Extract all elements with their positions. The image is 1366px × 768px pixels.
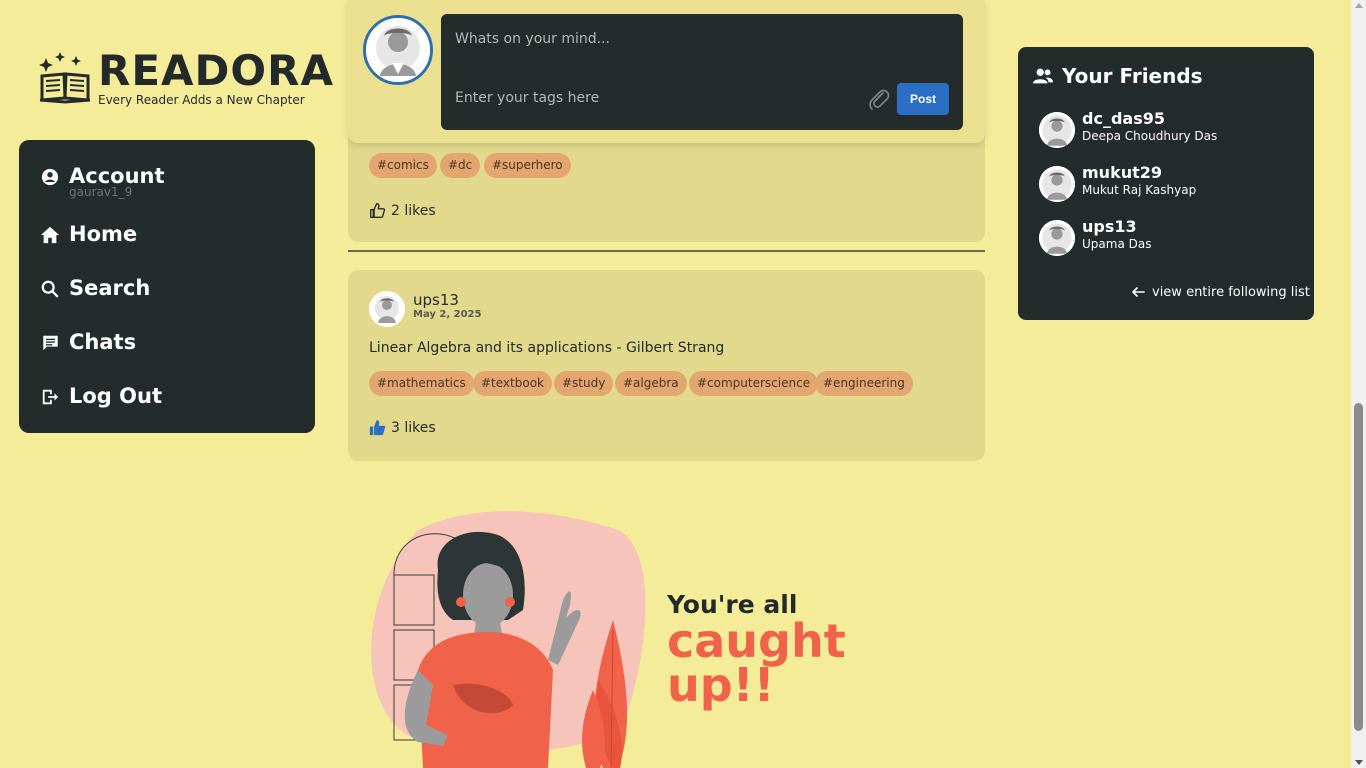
nav-logout-label: Log Out [69, 384, 162, 408]
nav-search-label: Search [69, 276, 151, 300]
post-tag[interactable]: #algebra [615, 371, 687, 396]
friend-avatar [1039, 220, 1075, 256]
page-scrollbar[interactable] [1351, 0, 1366, 768]
friend-username: mukut29 [1082, 162, 1163, 182]
friend-username: dc_das95 [1082, 108, 1165, 128]
thumbs-up-filled-icon[interactable] [369, 419, 386, 436]
search-icon [40, 279, 60, 299]
caught-up-illustration [371, 511, 646, 768]
friends-title: Your Friends [1062, 64, 1203, 88]
post-author-avatar[interactable] [369, 291, 405, 327]
caught-up-line2: caught up!! [667, 614, 846, 712]
likes-count: 3 likes [391, 419, 436, 436]
view-following-label: view entire following list [1152, 284, 1310, 300]
post-divider [348, 250, 985, 252]
home-icon [40, 225, 60, 245]
nav-item-chats[interactable]: Chats [19, 328, 315, 382]
new-post-composer: Whats on your mind... Enter your tags he… [441, 14, 963, 130]
account-circle-icon [40, 167, 60, 187]
post-tag[interactable]: #dc [440, 153, 481, 178]
nav-item-account[interactable]: Account gaurav1_9 [19, 162, 315, 220]
friend-avatar [1039, 166, 1075, 202]
post-date: May 2, 2025 [413, 309, 482, 320]
caught-up-message: You're all caught up!! [667, 590, 967, 708]
chat-bubble-icon [40, 333, 60, 353]
friend-name: Deepa Choudhury Das [1082, 128, 1218, 143]
friend-item[interactable]: mukut29 Mukut Raj Kashyap [1039, 162, 1197, 204]
user-avatar [363, 15, 433, 85]
logout-icon [40, 387, 60, 407]
friend-username: ups13 [1082, 216, 1137, 236]
post-button[interactable]: Post [897, 83, 949, 115]
paperclip-icon[interactable] [867, 87, 891, 111]
post-likes: 2 likes [369, 202, 436, 219]
post-text: Linear Algebra and its applications - Gi… [369, 340, 725, 356]
scroll-thumb[interactable] [1354, 403, 1363, 731]
post-likes: 3 likes [369, 419, 436, 436]
friend-item[interactable]: ups13 Upama Das [1039, 216, 1152, 258]
brand-tagline: Every Reader Adds a New Chapter [98, 93, 305, 107]
post-tag[interactable]: #comics [369, 153, 437, 178]
post-tag[interactable]: #textbook [473, 371, 552, 396]
nav-item-search[interactable]: Search [19, 274, 315, 328]
post-tag[interactable]: #engineering [815, 371, 913, 396]
nav-item-home[interactable]: Home [19, 220, 315, 274]
open-book-icon [39, 52, 91, 104]
nav-home-label: Home [69, 222, 138, 246]
post-tag[interactable]: #superhero [484, 153, 571, 178]
friends-panel: Your Friends dc_das95 Deepa Choudhury Da… [1018, 47, 1314, 320]
scroll-up-arrow-icon[interactable] [1355, 3, 1363, 8]
friend-name: Upama Das [1082, 236, 1152, 251]
friend-avatar [1039, 112, 1075, 148]
scroll-down-arrow-icon[interactable] [1355, 760, 1363, 765]
post-author-username[interactable]: ups13 [413, 291, 459, 309]
people-group-icon [1032, 68, 1054, 84]
post-tag[interactable]: #mathematics [369, 371, 474, 396]
post-card: ups13 May 2, 2025 Linear Algebra and its… [348, 270, 985, 461]
brand-logo[interactable]: READORA Every Reader Adds a New Chapter [38, 50, 334, 106]
sidebar-nav: Account gaurav1_9 Home Search Chats Log … [19, 140, 315, 433]
brand-title: READORA [98, 46, 334, 95]
friend-name: Mukut Raj Kashyap [1082, 182, 1197, 197]
post-tag[interactable]: #computerscience [689, 371, 819, 396]
nav-chats-label: Chats [69, 330, 137, 354]
view-following-link[interactable]: view entire following list [1130, 284, 1310, 300]
thumbs-up-outline-icon[interactable] [369, 202, 386, 219]
likes-count: 2 likes [391, 202, 436, 219]
post-tag[interactable]: #study [554, 371, 614, 396]
nav-item-logout[interactable]: Log Out [19, 382, 315, 436]
tags-input[interactable]: Enter your tags here [455, 90, 599, 106]
post-text-input[interactable]: Whats on your mind... [455, 31, 610, 47]
arrow-left-icon [1132, 287, 1145, 297]
friend-item[interactable]: dc_das95 Deepa Choudhury Das [1039, 108, 1218, 150]
